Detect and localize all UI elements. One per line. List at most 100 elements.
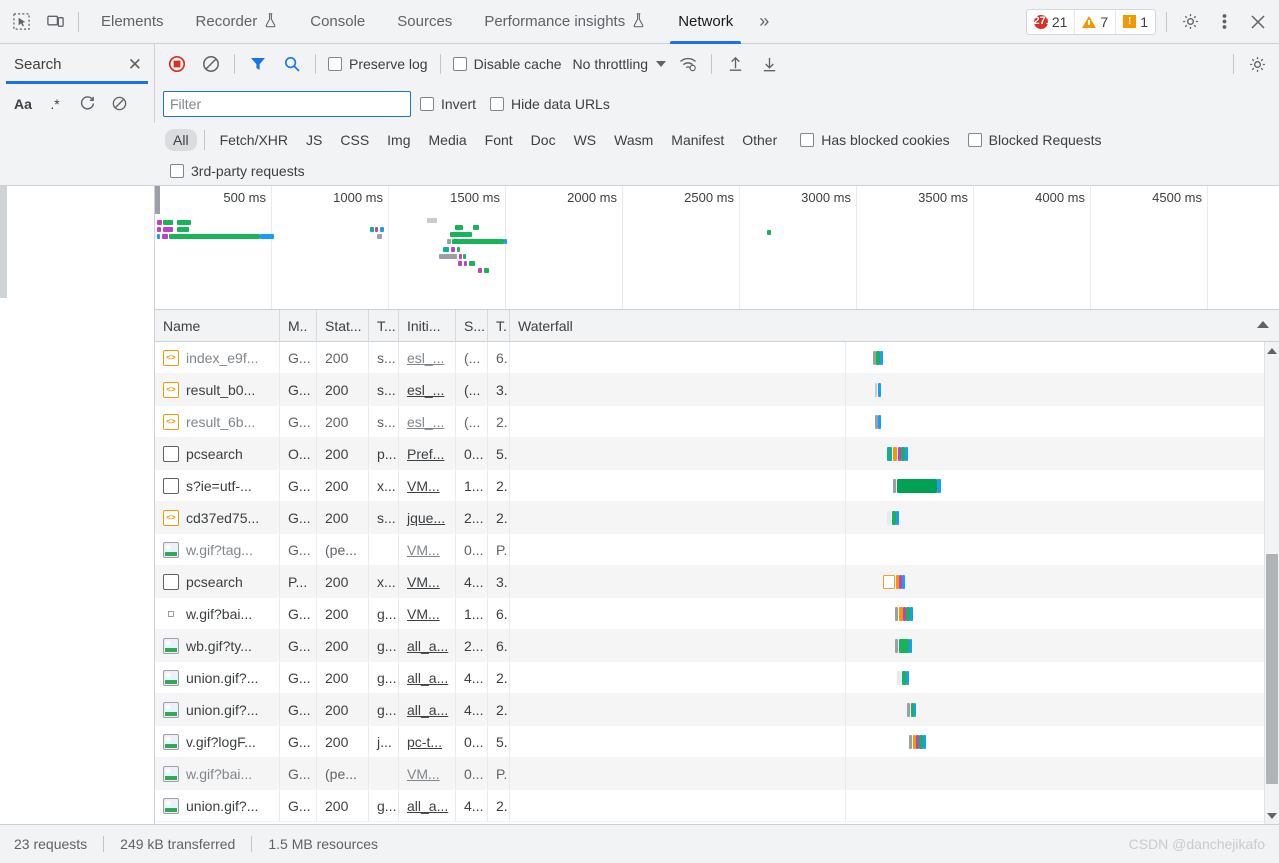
column-header-s[interactable]: S... — [456, 310, 488, 341]
throttling-select[interactable]: No throttling — [569, 56, 670, 72]
cell-name[interactable]: <> result_b0... — [155, 374, 280, 405]
close-icon[interactable]: ✕ — [128, 56, 142, 73]
info-counter[interactable]: ! 1 — [1115, 9, 1155, 34]
cell-initiator[interactable]: esl_... — [399, 374, 456, 405]
scrollbar-thumb[interactable] — [1266, 554, 1278, 784]
network-overview[interactable]: 500 ms 1000 ms 1500 ms 2000 ms 2500 ms 3000 m… — [155, 186, 1279, 310]
disable-cache-checkbox[interactable]: Disable cache — [448, 56, 567, 72]
cell-name[interactable]: w.gif?bai... — [155, 598, 280, 629]
cell-name[interactable]: <> result_6b... — [155, 406, 280, 437]
cell-initiator[interactable]: VM... — [399, 598, 456, 629]
type-filter-wasm[interactable]: Wasm — [606, 129, 661, 151]
tab-performance-insights[interactable]: Performance insights — [468, 0, 662, 44]
filter-input[interactable] — [163, 90, 411, 117]
table-row[interactable]: <> result_b0... G... 200 s... esl_... (... 3. — [155, 374, 1279, 406]
cell-name[interactable]: <> cd37ed75... — [155, 502, 280, 533]
column-header-stat[interactable]: Stat... — [317, 310, 369, 341]
clear-button[interactable] — [195, 49, 227, 79]
record-button[interactable] — [161, 49, 193, 79]
export-har-icon[interactable] — [753, 49, 785, 79]
regex-icon[interactable]: .* — [40, 90, 70, 118]
network-settings-gear-icon[interactable] — [1241, 49, 1273, 79]
initiator-link[interactable]: esl_... — [407, 382, 444, 398]
type-filter-css[interactable]: CSS — [332, 129, 377, 151]
cell-name[interactable]: pcsearch — [155, 566, 280, 597]
cell-name[interactable]: v.gif?logF... — [155, 726, 280, 757]
hide-data-urls-checkbox[interactable]: Hide data URLs — [485, 96, 615, 112]
cell-initiator[interactable]: Pref... — [399, 438, 456, 469]
initiator-link[interactable]: VM... — [407, 606, 440, 622]
initiator-link[interactable]: pc-t... — [407, 734, 442, 750]
type-filter-doc[interactable]: Doc — [523, 129, 564, 151]
table-row[interactable]: w.gif?tag... G... (pe... VM... 0... P. — [155, 534, 1279, 566]
initiator-link[interactable]: all_a... — [407, 670, 448, 686]
requests-vertical-scrollbar[interactable] — [1264, 342, 1279, 824]
table-row[interactable]: union.gif?... G... 200 g... all_a... 4... 2. — [155, 662, 1279, 694]
inspect-element-icon[interactable] — [4, 5, 38, 39]
error-counter[interactable]: \u2715 21 — [1027, 10, 1075, 34]
cell-name[interactable]: s?ie=utf-... — [155, 470, 280, 501]
column-header-t[interactable]: T... — [369, 310, 399, 341]
table-row[interactable]: s?ie=utf-... G... 200 x... VM... 1... 2. — [155, 470, 1279, 502]
scroll-down-arrow[interactable] — [1265, 807, 1279, 824]
cell-initiator[interactable]: all_a... — [399, 630, 456, 661]
tab-network[interactable]: Network — [662, 0, 749, 44]
cell-initiator[interactable]: VM... — [399, 566, 456, 597]
cell-name[interactable]: union.gif?... — [155, 662, 280, 693]
initiator-link[interactable]: VM... — [407, 478, 440, 494]
cell-initiator[interactable]: all_a... — [399, 662, 456, 693]
type-filter-ws[interactable]: WS — [566, 129, 605, 151]
close-icon[interactable] — [1241, 5, 1275, 39]
cell-initiator[interactable]: VM... — [399, 534, 456, 565]
table-row[interactable]: w.gif?bai... G... 200 g... VM... 1... 6. — [155, 598, 1279, 630]
filter-icon[interactable] — [242, 49, 274, 79]
cell-initiator[interactable]: esl_... — [399, 342, 456, 373]
has-blocked-cookies-checkbox[interactable]: Has blocked cookies — [795, 132, 954, 148]
table-row[interactable]: v.gif?logF... G... 200 j... pc-t... 0... 5. — [155, 726, 1279, 758]
initiator-link[interactable]: all_a... — [407, 702, 448, 718]
table-row[interactable]: <> result_6b... G... 200 s... esl_... (... 2. — [155, 406, 1279, 438]
scroll-up-arrow[interactable] — [1265, 342, 1279, 359]
initiator-link[interactable]: VM... — [407, 766, 440, 782]
more-options-icon[interactable] — [1207, 5, 1241, 39]
type-filter-font[interactable]: Font — [477, 129, 521, 151]
type-filter-img[interactable]: Img — [379, 129, 418, 151]
tab-console[interactable]: Console — [294, 0, 381, 44]
gear-icon[interactable] — [1173, 5, 1207, 39]
cell-name[interactable]: w.gif?bai... — [155, 758, 280, 789]
initiator-link[interactable]: esl_... — [407, 350, 444, 366]
match-case-icon[interactable]: Aa — [8, 90, 38, 118]
cell-initiator[interactable]: VM... — [399, 758, 456, 789]
column-header-waterfall[interactable]: Waterfall — [510, 310, 1279, 341]
cell-initiator[interactable]: all_a... — [399, 694, 456, 725]
table-row[interactable]: union.gif?... G... 200 g... all_a... 4... 2. — [155, 790, 1279, 822]
cell-initiator[interactable]: pc-t... — [399, 726, 456, 757]
refresh-icon[interactable] — [72, 90, 102, 118]
table-row[interactable]: w.gif?bai... G... (pe... VM... 0... P. — [155, 758, 1279, 790]
device-toolbar-icon[interactable] — [38, 5, 72, 39]
tab-recorder[interactable]: Recorder — [180, 0, 295, 44]
initiator-link[interactable]: VM... — [407, 574, 440, 590]
type-filter-other[interactable]: Other — [734, 129, 785, 151]
type-filter-js[interactable]: JS — [298, 129, 330, 151]
initiator-link[interactable]: Pref... — [407, 446, 444, 462]
type-filter-fetch-xhr[interactable]: Fetch/XHR — [212, 129, 296, 151]
column-header-initi[interactable]: Initi... — [399, 310, 456, 341]
third-party-requests-checkbox[interactable]: 3rd-party requests — [165, 163, 310, 179]
table-row[interactable]: pcsearch O... 200 p... Pref... 0... 5. — [155, 438, 1279, 470]
tab-sources[interactable]: Sources — [381, 0, 468, 44]
type-filter-media[interactable]: Media — [421, 129, 475, 151]
cell-name[interactable]: union.gif?... — [155, 790, 280, 821]
search-icon[interactable] — [276, 49, 308, 79]
sort-ascending-icon[interactable] — [1257, 321, 1269, 328]
more-tabs-chevron[interactable]: » — [749, 11, 777, 32]
table-row[interactable]: pcsearch P... 200 x... VM... 4... 3. — [155, 566, 1279, 598]
table-row[interactable]: <> index_e9f... G... 200 s... esl_... (... 6. — [155, 342, 1279, 374]
cell-name[interactable]: union.gif?... — [155, 694, 280, 725]
preserve-log-checkbox[interactable]: Preserve log — [323, 56, 433, 72]
initiator-link[interactable]: all_a... — [407, 638, 448, 654]
initiator-link[interactable]: all_a... — [407, 798, 448, 814]
cell-name[interactable]: <> index_e9f... — [155, 342, 280, 373]
initiator-link[interactable]: VM... — [407, 542, 440, 558]
blocked-requests-checkbox[interactable]: Blocked Requests — [963, 132, 1107, 148]
